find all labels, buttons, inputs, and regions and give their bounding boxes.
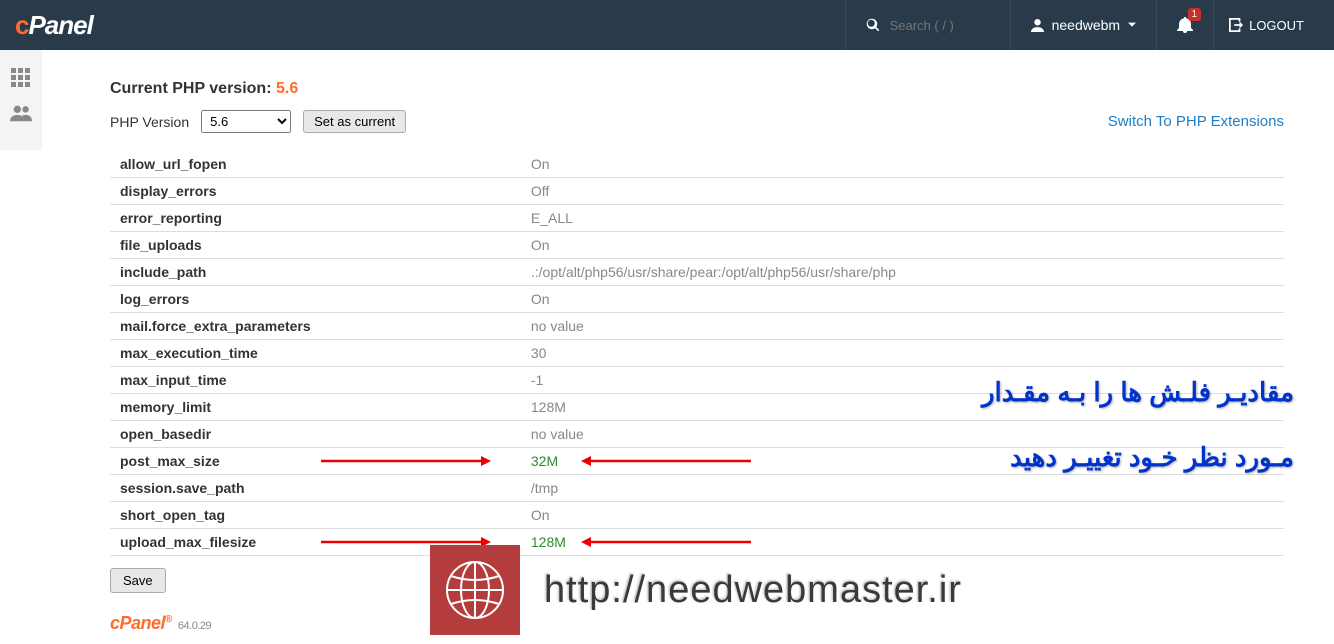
- option-name: allow_url_fopen: [110, 151, 521, 178]
- notification-badge: 1: [1188, 8, 1202, 21]
- annotation-arrow-icon: [581, 454, 751, 468]
- search-input[interactable]: [890, 18, 990, 33]
- current-version-label: Current PHP version:: [110, 80, 272, 97]
- option-value[interactable]: On: [521, 502, 1284, 529]
- option-row: error_reportingE_ALL: [110, 205, 1284, 232]
- globe-icon: [445, 560, 505, 620]
- sidebar-grid-icon[interactable]: [0, 60, 42, 96]
- version-label: PHP Version: [110, 114, 189, 130]
- option-name: open_basedir: [110, 421, 521, 448]
- annotation-text: مقادیـر فلـش ها را بـه مقـدار مـورد نظر …: [982, 360, 1294, 490]
- option-name: file_uploads: [110, 232, 521, 259]
- watermark-url: http://needwebmaster.ir: [544, 569, 962, 612]
- save-button[interactable]: Save: [110, 568, 166, 593]
- option-value[interactable]: E_ALL: [521, 205, 1284, 232]
- php-version-select[interactable]: 5.6: [201, 110, 291, 133]
- search-icon: [866, 18, 880, 32]
- header-bar: cPanel needwebm 1 LOGOUT: [0, 0, 1334, 50]
- globe-icon-box: [430, 545, 520, 635]
- option-name: error_reporting: [110, 205, 521, 232]
- option-row: include_path.:/opt/alt/php56/usr/share/p…: [110, 259, 1284, 286]
- option-row: display_errorsOff: [110, 178, 1284, 205]
- version-selector-row: PHP Version 5.6 Set as current Switch To…: [110, 110, 1284, 133]
- sidebar: [0, 50, 42, 150]
- option-row: mail.force_extra_parametersno value: [110, 313, 1284, 340]
- watermark-banner: http://needwebmaster.ir: [430, 545, 962, 635]
- user-icon: [1031, 19, 1044, 32]
- annotation-arrow-icon: [321, 454, 491, 468]
- option-value[interactable]: .:/opt/alt/php56/usr/share/pear:/opt/alt…: [521, 259, 1284, 286]
- option-name: short_open_tag: [110, 502, 521, 529]
- set-current-button[interactable]: Set as current: [303, 110, 406, 133]
- php-options-table: allow_url_fopenOndisplay_errorsOfferror_…: [110, 151, 1284, 556]
- option-value[interactable]: On: [521, 232, 1284, 259]
- option-name: max_execution_time: [110, 340, 521, 367]
- search-box[interactable]: [845, 0, 1010, 50]
- option-name: mail.force_extra_parameters: [110, 313, 521, 340]
- option-row: short_open_tagOn: [110, 502, 1284, 529]
- option-name: max_input_time: [110, 367, 521, 394]
- current-version-row: Current PHP version: 5.6: [110, 80, 1284, 98]
- option-value[interactable]: no value: [521, 313, 1284, 340]
- option-value[interactable]: On: [521, 286, 1284, 313]
- chevron-down-icon: [1128, 21, 1136, 29]
- option-name: memory_limit: [110, 394, 521, 421]
- cpanel-logo: cPanel: [15, 10, 93, 41]
- sidebar-users-icon[interactable]: [0, 96, 42, 130]
- option-name: post_max_size: [110, 448, 521, 475]
- footer-cpanel-logo: cPanel®64.0.29: [110, 613, 211, 633]
- username-label: needwebm: [1052, 17, 1121, 33]
- option-row: allow_url_fopenOn: [110, 151, 1284, 178]
- logout-icon: [1229, 18, 1243, 32]
- switch-extensions-link[interactable]: Switch To PHP Extensions: [1108, 113, 1284, 130]
- option-value[interactable]: On: [521, 151, 1284, 178]
- notifications[interactable]: 1: [1156, 0, 1213, 50]
- logout-button[interactable]: LOGOUT: [1213, 0, 1319, 50]
- current-version-value: 5.6: [276, 80, 298, 97]
- user-menu[interactable]: needwebm: [1010, 0, 1157, 50]
- logout-label: LOGOUT: [1249, 18, 1304, 33]
- annotation-line2: مـورد نظر خـود تغییـر دهید: [982, 425, 1294, 490]
- option-row: log_errorsOn: [110, 286, 1284, 313]
- option-name: display_errors: [110, 178, 521, 205]
- option-name: include_path: [110, 259, 521, 286]
- annotation-line1: مقادیـر فلـش ها را بـه مقـدار: [982, 360, 1294, 425]
- option-row: file_uploadsOn: [110, 232, 1284, 259]
- option-name: log_errors: [110, 286, 521, 313]
- option-name: session.save_path: [110, 475, 521, 502]
- footer-version: 64.0.29: [178, 620, 211, 632]
- option-value[interactable]: Off: [521, 178, 1284, 205]
